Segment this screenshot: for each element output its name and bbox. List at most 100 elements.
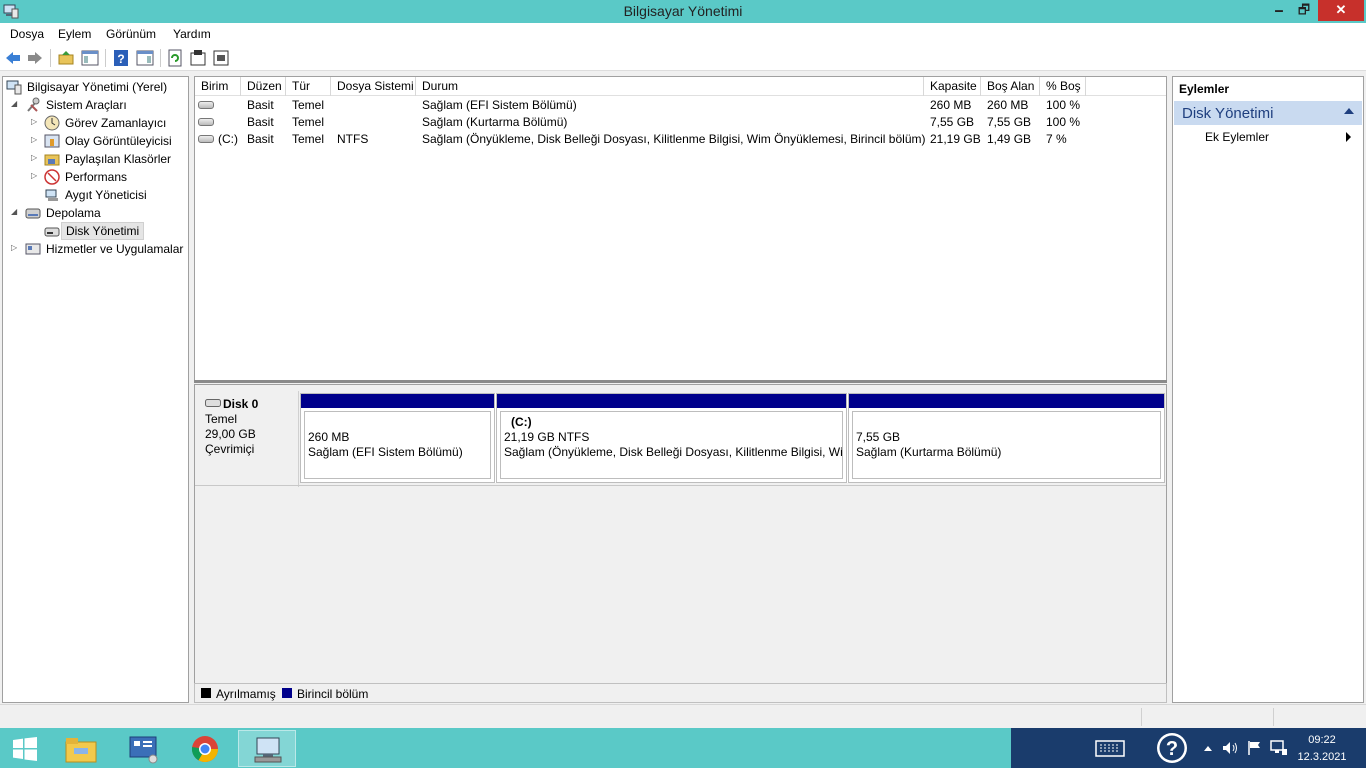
network-icon[interactable]	[1270, 740, 1288, 756]
disk-label[interactable]: Disk 0 Temel 29,00 GB Çevrimiçi	[196, 391, 299, 487]
expanded-arrow-icon[interactable]: ◢	[11, 207, 21, 216]
disk-properties-icon[interactable]	[212, 49, 230, 67]
show-hide-tree-icon[interactable]	[81, 49, 99, 67]
taskbar-computer-management[interactable]	[238, 730, 296, 767]
toolbar: ?	[0, 44, 1366, 71]
close-button[interactable]: ✕	[1318, 0, 1364, 21]
tree-item-device-manager[interactable]: Aygıt Yöneticisi	[5, 186, 185, 204]
help-icon[interactable]: ?	[1156, 732, 1188, 764]
clock-time[interactable]: 09:22	[1292, 734, 1352, 746]
collapsed-arrow-icon[interactable]: ▷	[31, 117, 41, 126]
tree-item-system-tools[interactable]: ◢ Sistem Araçları	[5, 96, 185, 114]
pane-splitter[interactable]	[194, 380, 1167, 383]
table-row[interactable]: Basit Temel Sağlam (EFI Sistem Bölümü) 2…	[195, 97, 1166, 114]
volume-icon	[198, 101, 214, 109]
clock-date[interactable]: 12.3.2021	[1292, 751, 1352, 763]
chrome-icon	[191, 736, 219, 763]
cell-percent-free: 100 %	[1046, 98, 1081, 112]
column-header-free-space[interactable]: Boş Alan	[981, 77, 1040, 96]
maximize-button[interactable]: 🗗	[1290, 0, 1318, 21]
legend-primary: Birincil bölüm	[297, 687, 369, 701]
disk-icon	[205, 399, 221, 407]
partition-recovery[interactable]: 7,55 GB Sağlam (Kurtarma Bölümü)	[848, 393, 1165, 483]
tree-item-storage[interactable]: ◢ Depolama	[5, 204, 185, 222]
tools-icon	[27, 97, 40, 112]
more-actions-item[interactable]: Ek Eylemler	[1205, 130, 1269, 144]
menu-action[interactable]: Eylem	[58, 27, 91, 41]
legend-swatch-primary	[282, 688, 292, 698]
help-icon[interactable]: ?	[112, 49, 130, 67]
legend-unallocated: Ayrılmamış	[216, 687, 276, 701]
actions-section-disk-management[interactable]: Disk Yönetimi	[1174, 101, 1362, 125]
tree-item-label: Görev Zamanlayıcı	[65, 116, 167, 130]
table-row[interactable]: Basit Temel Sağlam (Kurtarma Bölümü) 7,5…	[195, 114, 1166, 131]
actions-header: Eylemler	[1179, 82, 1230, 96]
column-header-capacity[interactable]: Kapasite	[924, 77, 981, 96]
volume-list: Birim Düzen Tür Dosya Sistemi Durum Kapa…	[194, 76, 1167, 382]
computer-management-icon	[6, 80, 22, 95]
disk-management-icon	[44, 227, 60, 237]
expanded-arrow-icon[interactable]: ◢	[11, 99, 21, 108]
taskbar: ? 09:22 12.3.2021	[0, 728, 1366, 768]
flag-icon[interactable]	[1247, 740, 1261, 756]
menu-help[interactable]: Yardım	[173, 27, 211, 41]
column-header-percent-free[interactable]: % Boş	[1040, 77, 1086, 96]
properties-icon[interactable]	[189, 49, 207, 67]
primary-partition-bar	[497, 394, 846, 408]
status-divider	[1273, 708, 1274, 726]
taskbar-control-panel[interactable]	[115, 730, 173, 767]
collapsed-arrow-icon[interactable]: ▷	[31, 135, 41, 144]
partition-efi[interactable]: 260 MB Sağlam (EFI Sistem Bölümü)	[300, 393, 495, 483]
tree-item-event-viewer[interactable]: ▷ Olay Görüntüleyicisi	[5, 132, 185, 150]
collapsed-arrow-icon[interactable]: ▷	[31, 171, 41, 180]
forward-icon[interactable]	[26, 49, 44, 67]
collapse-up-icon[interactable]	[1344, 108, 1354, 114]
svg-text:?: ?	[117, 52, 124, 66]
keyboard-icon[interactable]	[1095, 740, 1125, 757]
column-header-status[interactable]: Durum	[416, 77, 924, 96]
status-bar	[0, 704, 1366, 728]
disk-name: Disk 0	[223, 397, 259, 411]
device-manager-icon	[45, 189, 58, 201]
volume-icon[interactable]	[1222, 741, 1238, 755]
collapsed-arrow-icon[interactable]: ▷	[31, 153, 41, 162]
up-folder-icon[interactable]	[57, 49, 75, 67]
column-header-type[interactable]: Tür	[286, 77, 331, 96]
start-windows-icon[interactable]	[12, 737, 38, 761]
show-hidden-icons-icon[interactable]	[1203, 744, 1213, 752]
tree-item-task-scheduler[interactable]: ▷ Görev Zamanlayıcı	[5, 114, 185, 132]
menu-file[interactable]: Dosya	[10, 27, 44, 41]
column-header-file-system[interactable]: Dosya Sistemi	[331, 77, 416, 96]
taskbar-chrome[interactable]	[177, 730, 235, 767]
tree-item-services-applications[interactable]: ▷ Hizmetler ve Uygulamalar	[5, 240, 188, 258]
partition-size: 7,55 GB	[856, 430, 901, 444]
partition-status: Sağlam (EFI Sistem Bölümü)	[308, 445, 463, 459]
tree-item-performance[interactable]: ▷ Performans	[5, 168, 185, 186]
tree-item-label: Aygıt Yöneticisi	[65, 188, 147, 202]
divider	[195, 485, 1166, 486]
refresh-icon[interactable]	[166, 49, 184, 67]
disk-type: Temel	[205, 412, 238, 426]
tree-item-disk-management[interactable]: Disk Yönetimi	[5, 222, 185, 240]
primary-partition-bar	[849, 394, 1164, 408]
tree-item-computer-management[interactable]: Bilgisayar Yönetimi (Yerel)	[5, 78, 185, 96]
svg-text:?: ?	[1166, 738, 1178, 760]
minimize-button[interactable]: 🗕	[1265, 0, 1293, 21]
clock-icon	[44, 115, 60, 131]
partition-body: (C:) 21,19 GB NTFS Sağlam (Önyükleme, Di…	[500, 411, 843, 479]
volume-icon	[198, 135, 214, 143]
column-header-layout[interactable]: Düzen	[241, 77, 286, 96]
event-viewer-icon	[44, 134, 60, 148]
column-header-volume[interactable]: Birim	[195, 77, 241, 96]
tree-item-shared-folders[interactable]: ▷ Paylaşılan Klasörler	[5, 150, 185, 168]
table-row[interactable]: (C:) Basit Temel NTFS Sağlam (Önyükleme,…	[195, 131, 1166, 148]
partition-c[interactable]: (C:) 21,19 GB NTFS Sağlam (Önyükleme, Di…	[496, 393, 847, 483]
cell-status: Sağlam (EFI Sistem Bölümü)	[422, 98, 577, 112]
menu-view[interactable]: Görünüm	[106, 27, 156, 41]
back-icon[interactable]	[4, 49, 22, 67]
taskbar-file-explorer[interactable]	[52, 730, 110, 767]
cell-capacity: 21,19 GB	[930, 132, 981, 146]
show-hide-action-pane-icon[interactable]	[136, 49, 154, 67]
submenu-arrow-icon[interactable]	[1346, 132, 1351, 142]
collapsed-arrow-icon[interactable]: ▷	[11, 243, 21, 252]
